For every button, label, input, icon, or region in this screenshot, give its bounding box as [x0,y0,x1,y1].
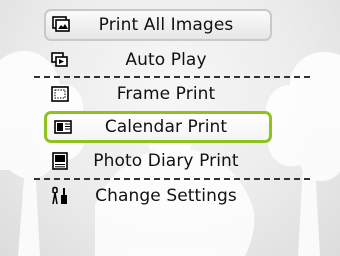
print-menu-screen: Print All Images Auto Play Frame Print C… [0,0,340,256]
menu-item-photo-diary-print[interactable]: Photo Diary Print [44,145,272,177]
calendar-print-icon [53,117,73,137]
photo-diary-print-icon [50,151,70,171]
print-options-menu: Print All Images Auto Play Frame Print C… [0,0,340,256]
menu-item-label: Photo Diary Print [93,151,239,171]
menu-item-label: Auto Play [125,50,207,70]
menu-item-calendar-print[interactable]: Calendar Print [44,111,272,143]
change-settings-icon [50,186,70,206]
menu-item-frame-print[interactable]: Frame Print [44,78,272,110]
menu-item-change-settings[interactable]: Change Settings [44,180,272,212]
menu-item-auto-play[interactable]: Auto Play [44,44,272,76]
menu-item-print-all-images[interactable]: Print All Images [44,9,272,41]
menu-item-label: Calendar Print [104,117,228,137]
menu-item-label: Print All Images [98,15,234,35]
menu-item-label: Change Settings [95,186,237,206]
frame-print-icon [50,84,70,104]
auto-play-icon [50,50,70,70]
print-all-images-icon [52,15,72,35]
menu-item-label: Frame Print [116,84,216,104]
